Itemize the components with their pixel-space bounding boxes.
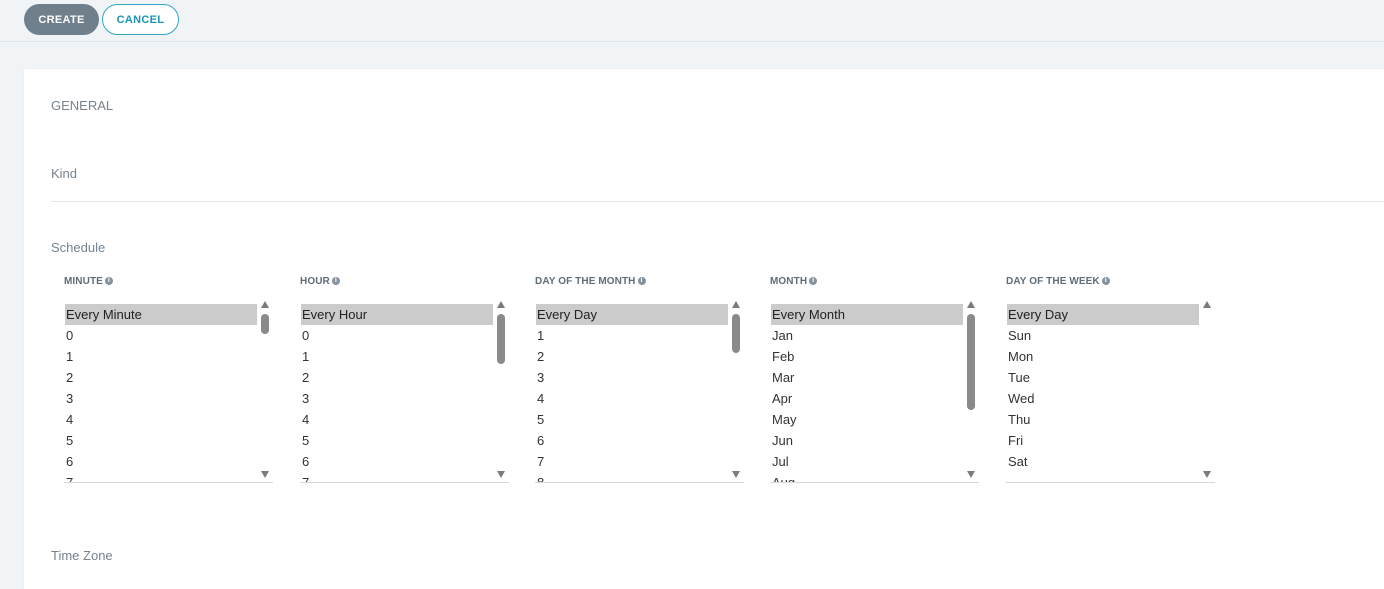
day-of-week-option[interactable]: Sat: [1007, 451, 1200, 472]
day-of-week-option[interactable]: Sun: [1007, 325, 1200, 346]
day-of-month-option[interactable]: 3: [536, 367, 729, 388]
month-option[interactable]: Aug: [771, 472, 964, 482]
scroll-down-arrow-icon[interactable]: [967, 471, 975, 478]
day-of-week-header: DAY OF THE WEEK i: [1006, 274, 1215, 288]
hour-option[interactable]: 4: [301, 409, 494, 430]
scroll-up-arrow-icon[interactable]: [497, 301, 505, 308]
scroll-up-arrow-icon[interactable]: [732, 301, 740, 308]
month-option[interactable]: Jan: [771, 325, 964, 346]
hour-option[interactable]: 6: [301, 451, 494, 472]
hour-listbox[interactable]: Every Hour 0 1 2 3 4 5 6 7: [300, 299, 509, 483]
minute-option[interactable]: 4: [65, 409, 258, 430]
scroll-down-arrow-icon[interactable]: [732, 471, 740, 478]
info-icon[interactable]: i: [809, 277, 818, 285]
toolbar: CREATE CANCEL: [0, 0, 1384, 42]
scrollbar-thumb[interactable]: [261, 314, 269, 334]
month-listbox[interactable]: Every Month Jan Feb Mar Apr May Jun Jul Aug: [770, 299, 979, 483]
day-of-week-header-label: DAY OF THE WEEK: [1006, 275, 1100, 287]
hour-column: HOUR i Every Hour 0 1 2 3 4 5 6 7: [300, 274, 509, 483]
month-option[interactable]: May: [771, 409, 964, 430]
timezone-label: Time Zone: [51, 548, 113, 563]
month-option[interactable]: Feb: [771, 346, 964, 367]
day-of-week-option[interactable]: Mon: [1007, 346, 1200, 367]
month-option[interactable]: Mar: [771, 367, 964, 388]
month-column: MONTH i Every Month Jan Feb Mar Apr May Jun Jul A…: [770, 274, 979, 483]
minute-option[interactable]: Every Minute: [65, 304, 258, 325]
hour-option[interactable]: 2: [301, 367, 494, 388]
month-scrollbar[interactable]: [963, 299, 979, 482]
month-option[interactable]: Apr: [771, 388, 964, 409]
day-of-month-header: DAY OF THE MONTH i: [535, 274, 744, 288]
hour-option[interactable]: 3: [301, 388, 494, 409]
scroll-down-arrow-icon[interactable]: [261, 471, 269, 478]
scroll-down-arrow-icon[interactable]: [1203, 471, 1211, 478]
minute-column: MINUTE i Every Minute 0 1 2 3 4 5 6 7: [64, 274, 273, 483]
create-button[interactable]: CREATE: [24, 4, 99, 35]
scroll-up-arrow-icon[interactable]: [261, 301, 269, 308]
minute-option[interactable]: 5: [65, 430, 258, 451]
hour-option[interactable]: 7: [301, 472, 494, 482]
info-icon[interactable]: i: [331, 277, 340, 285]
day-of-month-option[interactable]: 4: [536, 388, 729, 409]
day-of-week-listbox[interactable]: Every Day Sun Mon Tue Wed Thu Fri Sat: [1006, 299, 1215, 483]
day-of-week-option[interactable]: Wed: [1007, 388, 1200, 409]
minute-option[interactable]: 3: [65, 388, 258, 409]
day-of-month-option[interactable]: Every Day: [536, 304, 729, 325]
scroll-up-arrow-icon[interactable]: [967, 301, 975, 308]
month-header-label: MONTH: [770, 275, 808, 287]
hour-option[interactable]: Every Hour: [301, 304, 494, 325]
info-icon[interactable]: i: [637, 277, 646, 285]
day-of-week-option[interactable]: Tue: [1007, 367, 1200, 388]
day-of-month-option[interactable]: 7: [536, 451, 729, 472]
day-of-week-option[interactable]: Fri: [1007, 430, 1200, 451]
scrollbar-thumb[interactable]: [497, 314, 505, 364]
day-of-week-option[interactable]: Every Day: [1007, 304, 1200, 325]
month-option[interactable]: Jul: [771, 451, 964, 472]
scrollbar-thumb[interactable]: [732, 314, 740, 353]
minute-option[interactable]: 7: [65, 472, 258, 482]
schedule-label: Schedule: [51, 240, 106, 255]
minute-listbox[interactable]: Every Minute 0 1 2 3 4 5 6 7: [64, 299, 273, 483]
minute-option[interactable]: 6: [65, 451, 258, 472]
day-of-month-column: DAY OF THE MONTH i Every Day 1 2 3 4 5 6 7 8: [535, 274, 744, 483]
scroll-up-arrow-icon[interactable]: [1203, 301, 1211, 308]
cancel-button[interactable]: CANCEL: [102, 4, 179, 35]
info-icon[interactable]: i: [1101, 277, 1110, 285]
day-of-month-option[interactable]: 5: [536, 409, 729, 430]
minute-header-label: MINUTE: [64, 275, 103, 287]
minute-option[interactable]: 2: [65, 367, 258, 388]
month-option[interactable]: Every Month: [771, 304, 964, 325]
kind-divider: [51, 201, 1384, 202]
minute-header: MINUTE i: [64, 274, 273, 288]
day-of-week-option[interactable]: Thu: [1007, 409, 1200, 430]
minute-scrollbar[interactable]: [257, 299, 273, 482]
minute-option[interactable]: 0: [65, 325, 258, 346]
day-of-month-listbox[interactable]: Every Day 1 2 3 4 5 6 7 8: [535, 299, 744, 483]
hour-header-label: HOUR: [300, 275, 330, 287]
day-of-month-option[interactable]: 6: [536, 430, 729, 451]
day-of-week-scrollbar[interactable]: [1199, 299, 1215, 482]
hour-option[interactable]: 1: [301, 346, 494, 367]
scroll-down-arrow-icon[interactable]: [497, 471, 505, 478]
month-option[interactable]: Jun: [771, 430, 964, 451]
kind-field-label: Kind: [51, 166, 78, 181]
day-of-month-option[interactable]: 1: [536, 325, 729, 346]
hour-scrollbar[interactable]: [493, 299, 509, 482]
info-icon[interactable]: i: [104, 277, 113, 285]
general-section-label: GENERAL: [51, 98, 114, 113]
hour-option[interactable]: 0: [301, 325, 494, 346]
day-of-month-scrollbar[interactable]: [728, 299, 744, 482]
day-of-month-option[interactable]: 8: [536, 472, 729, 482]
minute-option[interactable]: 1: [65, 346, 258, 367]
scrollbar-thumb[interactable]: [967, 314, 975, 410]
hour-option[interactable]: 5: [301, 430, 494, 451]
month-header: MONTH i: [770, 274, 979, 288]
form-card: GENERAL Kind Schedule MINUTE i Every Minu…: [24, 69, 1384, 589]
day-of-week-column: DAY OF THE WEEK i Every Day Sun Mon Tue Wed Th…: [1006, 274, 1215, 483]
hour-header: HOUR i: [300, 274, 509, 288]
day-of-month-header-label: DAY OF THE MONTH: [535, 275, 636, 287]
day-of-month-option[interactable]: 2: [536, 346, 729, 367]
